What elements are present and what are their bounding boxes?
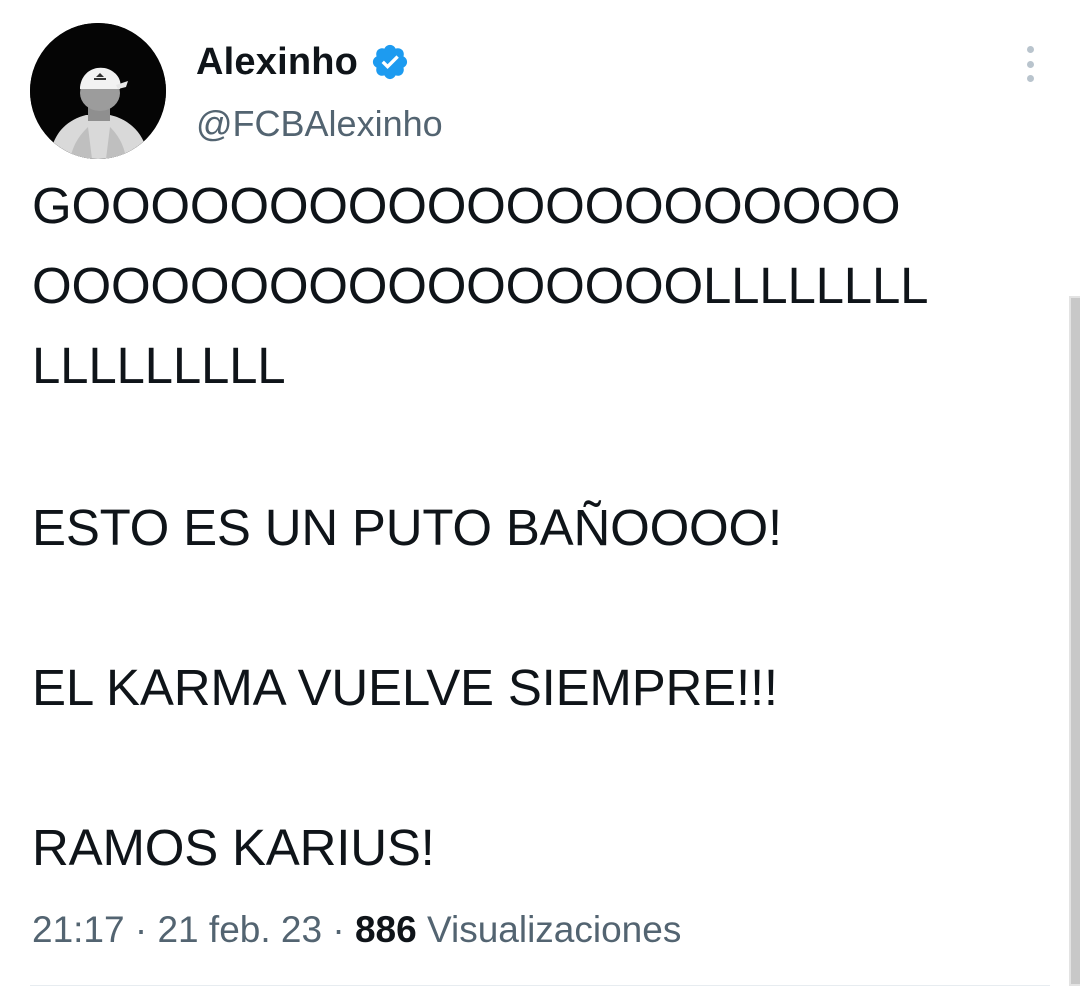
avatar[interactable]: [30, 23, 166, 159]
tweet-text-line-6: RAMOS KARIUS!: [32, 819, 435, 876]
tweet-text-line-5: EL KARMA VUELVE SIEMPRE!!!: [32, 659, 778, 716]
author-handle[interactable]: @FCBAlexinho: [196, 102, 443, 146]
verified-badge-icon: [370, 42, 410, 82]
tweet-text-line-4: ESTO ES UN PUTO BAÑOOOO!: [32, 499, 782, 556]
tweet-meta: 21:17 · 21 feb. 23 · 886 Visualizaciones: [32, 905, 681, 955]
views-label: Visualizaciones: [416, 909, 682, 950]
author-name-row: Alexinho: [196, 38, 410, 86]
display-name[interactable]: Alexinho: [196, 41, 358, 84]
scrollbar-thumb[interactable]: [1071, 298, 1080, 984]
meta-separator: ·: [322, 909, 355, 950]
more-dot: [1026, 75, 1034, 82]
tweet: Alexinho @FCBAlexinho GOOOOOOOOOOOOOOOOO…: [0, 0, 1080, 986]
views-count[interactable]: 886: [355, 909, 417, 950]
tweet-time[interactable]: 21:17: [32, 909, 125, 950]
more-dot: [1026, 46, 1034, 53]
tweet-text-line-3: LLLLLLLLL: [32, 337, 286, 394]
meta-separator: ·: [124, 909, 158, 950]
more-options-icon[interactable]: [1018, 46, 1042, 82]
tweet-text-line-1: GOOOOOOOOOOOOOOOOOOOOO: [32, 177, 901, 234]
tweet-date[interactable]: 21 feb. 23: [157, 909, 322, 950]
more-dot: [1026, 60, 1034, 68]
avatar-photo-icon: [30, 23, 166, 159]
tweet-text-line-2: OOOOOOOOOOOOOOOOOLLLLLLLL: [32, 257, 929, 314]
